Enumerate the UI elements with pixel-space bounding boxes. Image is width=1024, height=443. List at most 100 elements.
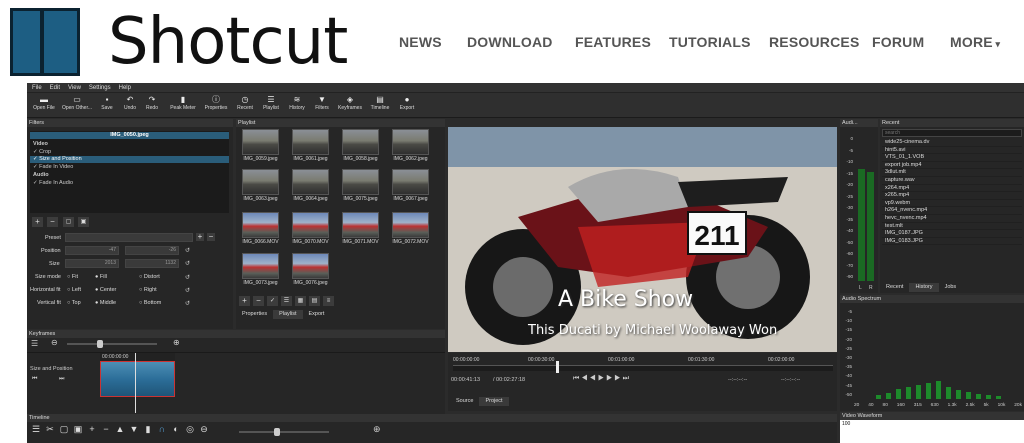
reset-icon[interactable]: ↺ bbox=[185, 300, 190, 307]
tab-jobs[interactable]: Jobs bbox=[939, 283, 963, 292]
playlist-icons-view-button[interactable]: ▤ bbox=[309, 296, 320, 306]
peak-meter-button[interactable]: ▮ Peak Meter bbox=[166, 95, 200, 111]
playlist-menu-button[interactable]: ≡ bbox=[323, 296, 334, 306]
position-y-input[interactable]: -26 bbox=[125, 246, 179, 255]
playlist-add-button[interactable]: + bbox=[239, 296, 250, 306]
playlist-item[interactable]: IMG_0076.jpeg bbox=[290, 253, 331, 289]
vfit-middle[interactable]: ● Middle bbox=[95, 300, 116, 306]
size-mode-distort[interactable]: ○ Distort bbox=[139, 274, 160, 280]
playhead[interactable] bbox=[556, 361, 559, 373]
nav-more[interactable]: MORE ▾ bbox=[950, 34, 1000, 50]
nav-download[interactable]: DOWNLOAD bbox=[467, 34, 553, 50]
recent-search-input[interactable] bbox=[882, 129, 1022, 137]
copy-icon[interactable]: ▢ bbox=[57, 424, 71, 435]
ripple-icon[interactable]: ◎ bbox=[183, 424, 197, 435]
menu-edit[interactable]: Edit bbox=[50, 83, 60, 93]
recent-item[interactable]: IMG_0187.JPG bbox=[882, 230, 1022, 238]
menu-settings[interactable]: Settings bbox=[89, 83, 111, 93]
recent-item[interactable]: 3dlut.mlt bbox=[882, 169, 1022, 177]
keyframe-prev-icon[interactable]: ⏮ bbox=[32, 376, 37, 383]
playlist-remove-button[interactable]: − bbox=[253, 296, 264, 306]
size-h-input[interactable]: 1132 bbox=[125, 259, 179, 268]
timeline-zoom-slider[interactable] bbox=[239, 431, 329, 433]
recent-item[interactable]: capture.wav bbox=[882, 177, 1022, 185]
hfit-center[interactable]: ● Center bbox=[95, 287, 116, 293]
split-icon[interactable]: ▮ bbox=[141, 424, 155, 435]
shotcut-logo-icon[interactable] bbox=[10, 8, 80, 76]
position-x-input[interactable]: -47 bbox=[65, 246, 119, 255]
playlist-update-button[interactable]: ✓ bbox=[267, 296, 278, 306]
play-icon[interactable]: ▶ bbox=[598, 375, 606, 382]
recent-item[interactable]: h264_nvenc.mp4 bbox=[882, 207, 1022, 215]
vfit-bottom[interactable]: ○ Bottom bbox=[139, 300, 161, 306]
recent-item[interactable]: x264.mp4 bbox=[882, 185, 1022, 193]
playlist-item[interactable]: IMG_0070.MOV bbox=[290, 212, 331, 248]
timeline-zoom-handle[interactable] bbox=[274, 428, 280, 436]
reset-icon[interactable]: ↺ bbox=[185, 274, 190, 281]
player-ruler[interactable] bbox=[453, 365, 833, 371]
scrub-icon[interactable]: ◐ bbox=[169, 424, 183, 434]
nav-tutorials[interactable]: TUTORIALS bbox=[669, 34, 751, 50]
preset-select[interactable] bbox=[65, 233, 193, 242]
hfit-right[interactable]: ○ Right bbox=[139, 287, 157, 293]
rewind-icon[interactable]: ◀◀ bbox=[581, 375, 598, 382]
remove-preset-button[interactable]: − bbox=[207, 233, 215, 241]
menu-help[interactable]: Help bbox=[119, 83, 131, 93]
recent-item[interactable]: test.mlt bbox=[882, 223, 1022, 231]
recent-item[interactable]: export job.mp4 bbox=[882, 162, 1022, 170]
size-mode-fill[interactable]: ● Fill bbox=[95, 274, 107, 280]
nav-resources[interactable]: RESOURCES bbox=[769, 34, 859, 50]
reset-icon[interactable]: ↺ bbox=[185, 260, 190, 267]
add-filter-button[interactable]: + bbox=[32, 217, 43, 227]
playlist-item[interactable]: IMG_0063.jpeg bbox=[240, 169, 281, 205]
skip-next-icon[interactable]: ⏭ bbox=[623, 375, 631, 382]
menu-view[interactable]: View bbox=[68, 83, 81, 93]
position-timecode[interactable]: 00:00:41:13 bbox=[451, 377, 480, 383]
tab-properties[interactable]: Properties bbox=[236, 310, 273, 319]
filter-item-fade-video[interactable]: ✓ Fade In Video bbox=[33, 164, 73, 170]
paste-icon[interactable]: ▣ bbox=[71, 424, 85, 435]
tab-export[interactable]: Export bbox=[303, 310, 331, 319]
playlist-item[interactable]: IMG_0075.jpeg bbox=[340, 169, 381, 205]
keyframes-menu-icon[interactable]: ☰ bbox=[31, 339, 38, 348]
filter-item-fade-audio[interactable]: ✓ Fade In Audio bbox=[33, 180, 73, 186]
keyframe-next-icon[interactable]: ⏭ bbox=[59, 376, 64, 383]
playlist-item[interactable]: IMG_0059.jpeg bbox=[240, 129, 281, 165]
remove-icon[interactable]: − bbox=[99, 424, 113, 434]
size-w-input[interactable]: 2013 bbox=[65, 259, 119, 268]
playlist-item[interactable]: IMG_0062.jpeg bbox=[390, 129, 431, 165]
site-logo-text[interactable]: Shotcut bbox=[108, 6, 348, 78]
open-other-button[interactable]: ▭ Open Other... bbox=[60, 95, 94, 111]
cut-icon[interactable]: ✂ bbox=[43, 424, 57, 435]
keyframes-zoom-slider[interactable] bbox=[67, 343, 157, 345]
zoom-out-icon[interactable]: ⊖ bbox=[51, 338, 58, 347]
snap-icon[interactable]: ∩ bbox=[155, 424, 169, 434]
size-mode-fit[interactable]: ○ Fit bbox=[67, 274, 78, 280]
paste-filter-button[interactable]: ▣ bbox=[78, 217, 89, 227]
redo-button[interactable]: ↷ Redo bbox=[135, 95, 169, 111]
keyframes-button[interactable]: ◈ Keyframes bbox=[333, 95, 367, 111]
playlist-item[interactable]: IMG_0058.jpeg bbox=[340, 129, 381, 165]
tab-playlist[interactable]: Playlist bbox=[273, 310, 303, 319]
filter-item-size-position[interactable]: ✓ Size and Position bbox=[30, 156, 229, 163]
reset-icon[interactable]: ↺ bbox=[185, 287, 190, 294]
playlist-item[interactable]: IMG_0067.jpeg bbox=[390, 169, 431, 205]
hfit-left[interactable]: ○ Left bbox=[67, 287, 81, 293]
export-button[interactable]: ● Export bbox=[390, 95, 424, 111]
nav-forum[interactable]: FORUM bbox=[872, 34, 924, 50]
menu-file[interactable]: File bbox=[32, 83, 42, 93]
copy-filter-button[interactable]: ▢ bbox=[63, 217, 74, 227]
zoom-in-icon[interactable]: ⊕ bbox=[173, 338, 180, 347]
tab-history[interactable]: History bbox=[909, 283, 939, 292]
playlist-details-view-button[interactable]: ☰ bbox=[281, 296, 292, 306]
zoom-out-icon[interactable]: ⊖ bbox=[197, 424, 211, 435]
playlist-item[interactable]: IMG_0071.MOV bbox=[340, 212, 381, 248]
reset-icon[interactable]: ↺ bbox=[185, 247, 190, 254]
nav-news[interactable]: NEWS bbox=[399, 34, 442, 50]
nav-features[interactable]: FEATURES bbox=[575, 34, 651, 50]
tab-project[interactable]: Project bbox=[479, 397, 509, 406]
playlist-item[interactable]: IMG_0066.MOV bbox=[240, 212, 281, 248]
transport-controls[interactable]: ⏮◀◀▶▶▶⏭ bbox=[573, 375, 631, 383]
recent-item[interactable]: hevc_nvenc.mp4 bbox=[882, 215, 1022, 223]
recent-item[interactable]: hint5.avi bbox=[882, 147, 1022, 155]
